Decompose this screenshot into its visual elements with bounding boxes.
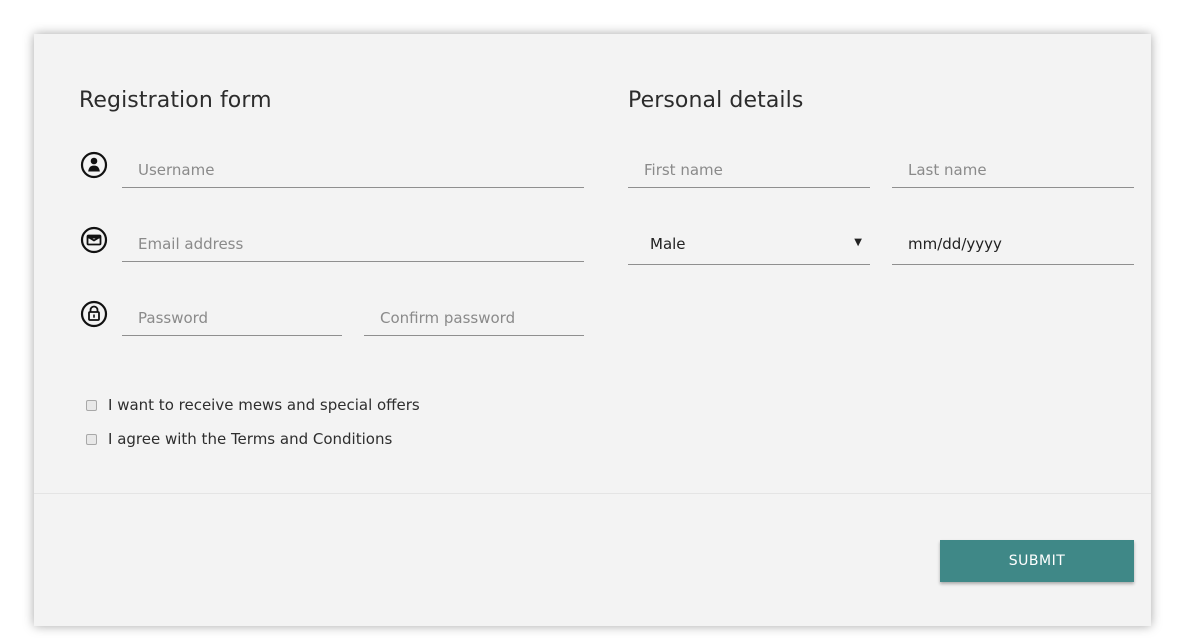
user-icon — [80, 151, 108, 179]
username-field[interactable] — [122, 152, 584, 188]
password-field[interactable] — [122, 300, 342, 336]
terms-label: I agree with the Terms and Conditions — [108, 430, 393, 448]
last-name-field[interactable] — [892, 152, 1134, 188]
gender-selected-value: Male — [650, 235, 686, 253]
birth-date-field[interactable]: mm/dd/yyyy — [892, 225, 1134, 265]
confirm-password-field[interactable] — [364, 300, 584, 336]
registration-form-title: Registration form — [79, 88, 272, 113]
terms-checkbox[interactable] — [86, 433, 97, 445]
password-input[interactable] — [122, 300, 342, 335]
caret-down-icon: ▼ — [854, 237, 862, 248]
newsletter-label: I want to receive mews and special offer… — [108, 396, 420, 414]
lock-icon — [80, 300, 108, 328]
last-name-input[interactable] — [892, 152, 1134, 187]
personal-details-title: Personal details — [628, 88, 804, 113]
newsletter-option[interactable]: I want to receive mews and special offer… — [86, 396, 420, 414]
newsletter-checkbox[interactable] — [86, 399, 97, 411]
footer-divider — [34, 493, 1151, 494]
email-input[interactable] — [122, 226, 584, 261]
first-name-field[interactable] — [628, 152, 870, 188]
gender-select[interactable]: Male ▼ — [628, 225, 870, 265]
email-field[interactable] — [122, 226, 584, 262]
first-name-input[interactable] — [628, 152, 870, 187]
terms-option[interactable]: I agree with the Terms and Conditions — [86, 430, 392, 448]
submit-button[interactable]: SUBMIT — [940, 540, 1134, 582]
username-input[interactable] — [122, 152, 584, 187]
envelope-icon — [80, 226, 108, 254]
birth-date-placeholder: mm/dd/yyyy — [908, 235, 1002, 253]
registration-card: Registration form Username Email address… — [34, 34, 1151, 626]
confirm-password-input[interactable] — [364, 300, 584, 335]
